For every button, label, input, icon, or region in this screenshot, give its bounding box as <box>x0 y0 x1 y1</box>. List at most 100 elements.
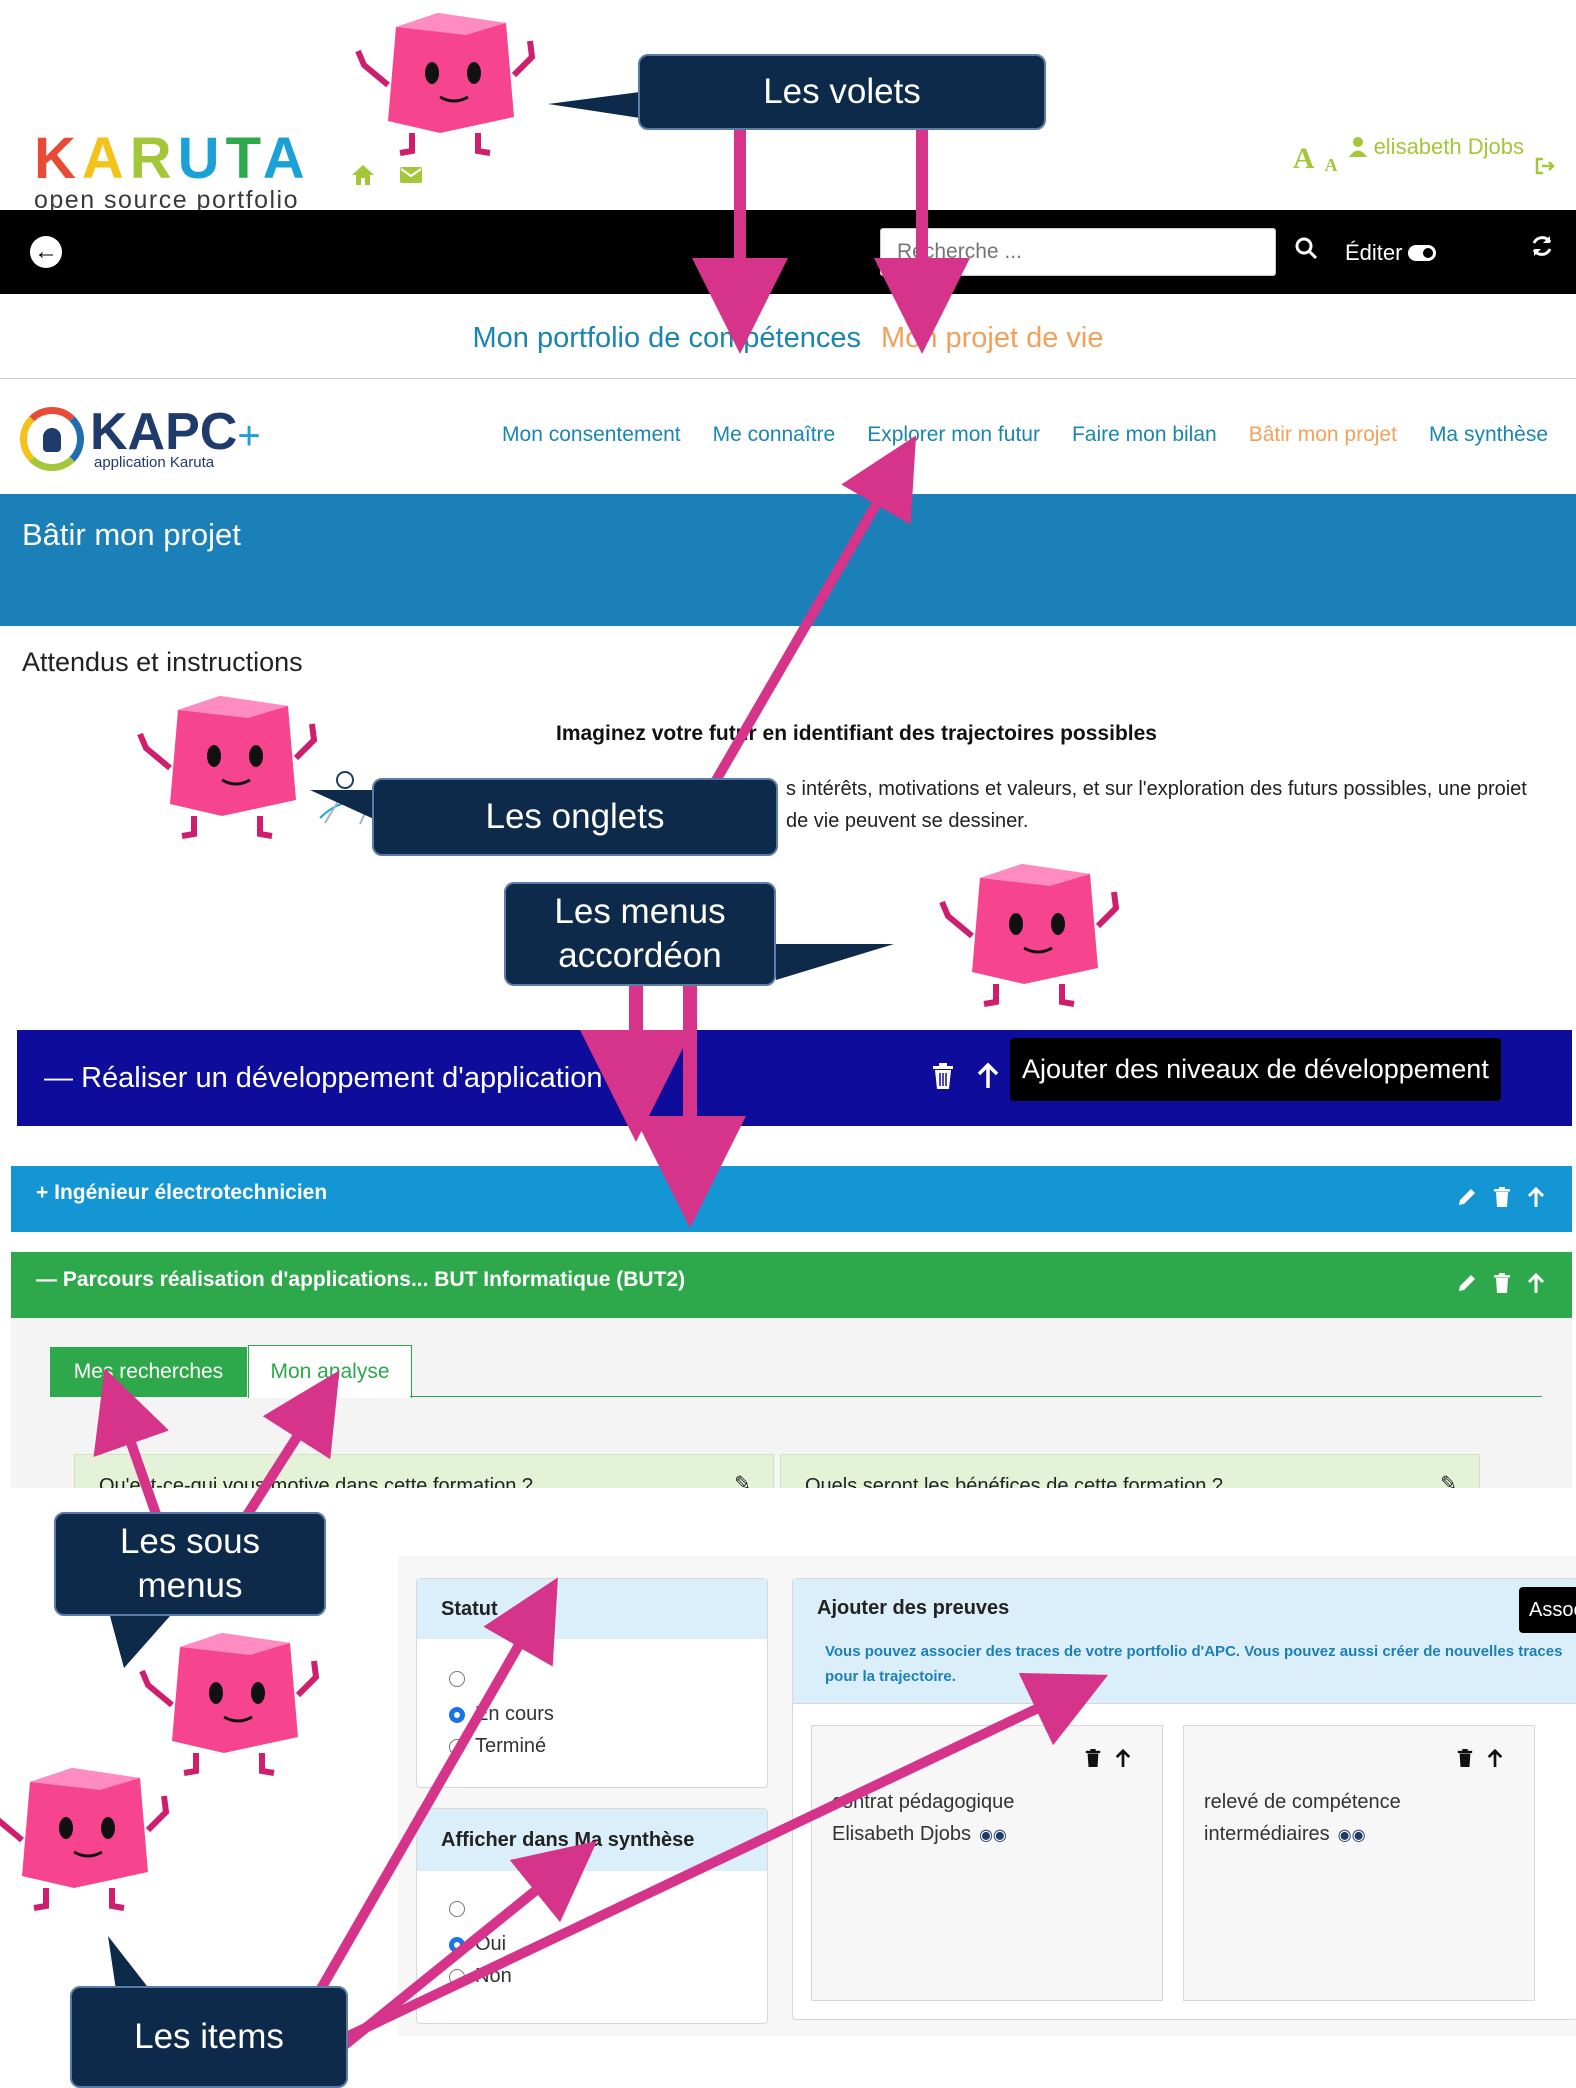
accordion-main-title[interactable]: — Réaliser un développement d'applicatio… <box>44 1062 603 1095</box>
volet-projet-de-vie[interactable]: Mon projet de vie <box>881 322 1103 354</box>
statut-option-empty[interactable] <box>449 1671 475 1687</box>
associate-button[interactable]: Associer <box>1519 1587 1576 1633</box>
trace-card-contrat[interactable]: contrat pédagogique Elisabeth Djobs ◉◉ <box>811 1725 1163 2001</box>
trash-icon[interactable] <box>1456 1748 1474 1768</box>
afficher-option-empty[interactable] <box>449 1901 475 1917</box>
trace-card-actions <box>1456 1748 1504 1768</box>
home-icon[interactable] <box>350 163 376 187</box>
move-up-icon[interactable] <box>1486 1748 1504 1768</box>
radio-icon[interactable] <box>449 1738 465 1755</box>
afficher-title: Afficher dans Ma synthèse <box>417 1809 767 1871</box>
radio-icon[interactable] <box>449 1968 465 1985</box>
preuves-header: Ajouter des preuves Vous pouvez associer… <box>793 1579 1576 1704</box>
tab-me-connaitre[interactable]: Me connaître <box>713 423 836 447</box>
volets-bar: Mon portfolio de compétences Mon projet … <box>0 322 1576 355</box>
logo-letter-a: A <box>81 126 130 191</box>
search-input[interactable] <box>880 228 1276 276</box>
mascot-icon <box>0 1768 166 1908</box>
logo-letter-a2: A <box>262 126 311 191</box>
page-title: Bâtir mon projet <box>22 517 241 552</box>
search-icon[interactable] <box>1294 236 1318 267</box>
binoculars-icon[interactable]: ◉◉ <box>1338 1827 1366 1844</box>
question-card-motivation: Qu'est-ce-qui vous motive dans cette for… <box>74 1454 774 1490</box>
preuves-panel: Ajouter des preuves Vous pouvez associer… <box>792 1578 1576 2020</box>
accordion-item2-title[interactable]: — Parcours réalisation d'applications...… <box>36 1268 685 1292</box>
radio-icon[interactable] <box>449 1671 465 1687</box>
accordion-item1-title[interactable]: + Ingénieur électrotechnicien <box>36 1181 327 1205</box>
karuta-logo-word: KARUTA <box>34 130 314 188</box>
collapse-icon[interactable]: — <box>36 1268 57 1291</box>
tab-explorer-mon-futur[interactable]: Explorer mon futur <box>867 423 1040 447</box>
subtab-mes-recherches[interactable]: Mes recherches <box>50 1347 247 1397</box>
mascot-icon <box>142 1633 316 1773</box>
trace-line-1: contrat pédagogique <box>832 1791 1015 1813</box>
trace-text: relevé de compétence intermédiaires ◉◉ <box>1204 1786 1504 1852</box>
statut-option-termine[interactable]: Terminé <box>449 1735 546 1758</box>
user-area: A A elisabeth Djobs <box>1293 134 1556 176</box>
kapc-logo[interactable]: KAPC+ application Karuta <box>20 406 261 471</box>
tab-faire-mon-bilan[interactable]: Faire mon bilan <box>1072 423 1217 447</box>
add-levels-button[interactable]: Ajouter des niveaux de développement <box>1010 1038 1501 1101</box>
page-banner <box>0 494 1576 626</box>
mascot-icon <box>358 13 532 153</box>
trash-icon[interactable] <box>1084 1748 1102 1768</box>
trash-icon[interactable] <box>930 1062 956 1090</box>
accordion-item2-actions <box>1456 1272 1546 1294</box>
logo-letter-k: K <box>34 126 82 191</box>
logo-letter-u: U <box>177 126 226 191</box>
trace-text: contrat pédagogique Elisabeth Djobs ◉◉ <box>832 1786 1132 1852</box>
mail-icon[interactable] <box>399 166 423 184</box>
volet-portfolio-competences[interactable]: Mon portfolio de compétences <box>472 322 861 354</box>
font-decrease-button[interactable]: A <box>1325 155 1338 176</box>
pencil-icon[interactable] <box>1456 1272 1478 1294</box>
instructions-text: s intérêts, motivations et valeurs, et s… <box>786 778 1527 832</box>
move-up-icon[interactable] <box>1526 1186 1546 1208</box>
back-arrow-icon[interactable]: ← <box>30 236 62 268</box>
subtab-mon-analyse[interactable]: Mon analyse <box>248 1345 412 1398</box>
afficher-option-non[interactable]: Non <box>449 1965 512 1988</box>
tab-batir-mon-projet[interactable]: Bâtir mon projet <box>1249 423 1397 447</box>
expand-icon[interactable]: + <box>36 1181 48 1204</box>
statut-option-en-cours-label: En cours <box>475 1703 554 1725</box>
logout-icon[interactable] <box>1534 156 1556 176</box>
tab-ma-synthese[interactable]: Ma synthèse <box>1429 423 1548 447</box>
tab-mon-consentement[interactable]: Mon consentement <box>502 423 681 447</box>
statut-option-en-cours[interactable]: En cours <box>449 1703 554 1726</box>
afficher-option-non-label: Non <box>475 1965 512 1987</box>
statut-option-termine-label: Terminé <box>475 1735 547 1757</box>
karuta-logo[interactable]: KARUTA open source portfolio <box>34 130 314 215</box>
instructions-title: Attendus et instructions <box>22 647 303 677</box>
trace-line-1: relevé de compétence <box>1204 1791 1401 1813</box>
edit-label: Éditer <box>1345 240 1403 265</box>
collapse-icon[interactable]: — <box>44 1062 73 1094</box>
refresh-icon[interactable] <box>1530 234 1554 265</box>
accordion-main-label: Réaliser un développement d'application <box>81 1062 603 1094</box>
trace-line-2: Elisabeth Djobs <box>832 1823 971 1845</box>
user-name: elisabeth Djobs <box>1373 134 1524 159</box>
trash-icon[interactable] <box>1492 1186 1512 1208</box>
radio-selected-icon[interactable] <box>449 1706 465 1723</box>
trash-icon[interactable] <box>1492 1272 1512 1294</box>
trace-line-2: intermédiaires <box>1204 1823 1330 1845</box>
instructions-heading: Imaginez votre futur en identifiant des … <box>556 722 1157 745</box>
trace-card-releve[interactable]: relevé de compétence intermédiaires ◉◉ <box>1183 1725 1535 2001</box>
callout-onglets: Les onglets <box>372 778 778 856</box>
edit-toggle[interactable]: Éditer <box>1345 240 1437 266</box>
callout-tail <box>108 1936 150 1990</box>
move-up-icon[interactable] <box>1114 1748 1132 1768</box>
user-menu[interactable]: elisabeth Djobs <box>1348 134 1524 160</box>
move-up-icon[interactable] <box>1526 1272 1546 1294</box>
callout-items: Les items <box>70 1986 348 2088</box>
kapc-logo-plus: + <box>237 414 261 458</box>
pencil-icon[interactable] <box>1456 1186 1478 1208</box>
toggle-icon[interactable] <box>1408 245 1437 261</box>
move-up-icon[interactable] <box>976 1062 1000 1090</box>
logo-letter-t: T <box>225 126 263 191</box>
user-icon <box>1348 137 1367 157</box>
radio-selected-icon[interactable] <box>449 1936 465 1953</box>
subtab-underline <box>410 1396 1542 1397</box>
font-increase-button[interactable]: A <box>1293 142 1315 176</box>
afficher-option-oui[interactable]: Oui <box>449 1933 506 1956</box>
radio-icon[interactable] <box>449 1901 465 1917</box>
binoculars-icon[interactable]: ◉◉ <box>979 1827 1007 1844</box>
